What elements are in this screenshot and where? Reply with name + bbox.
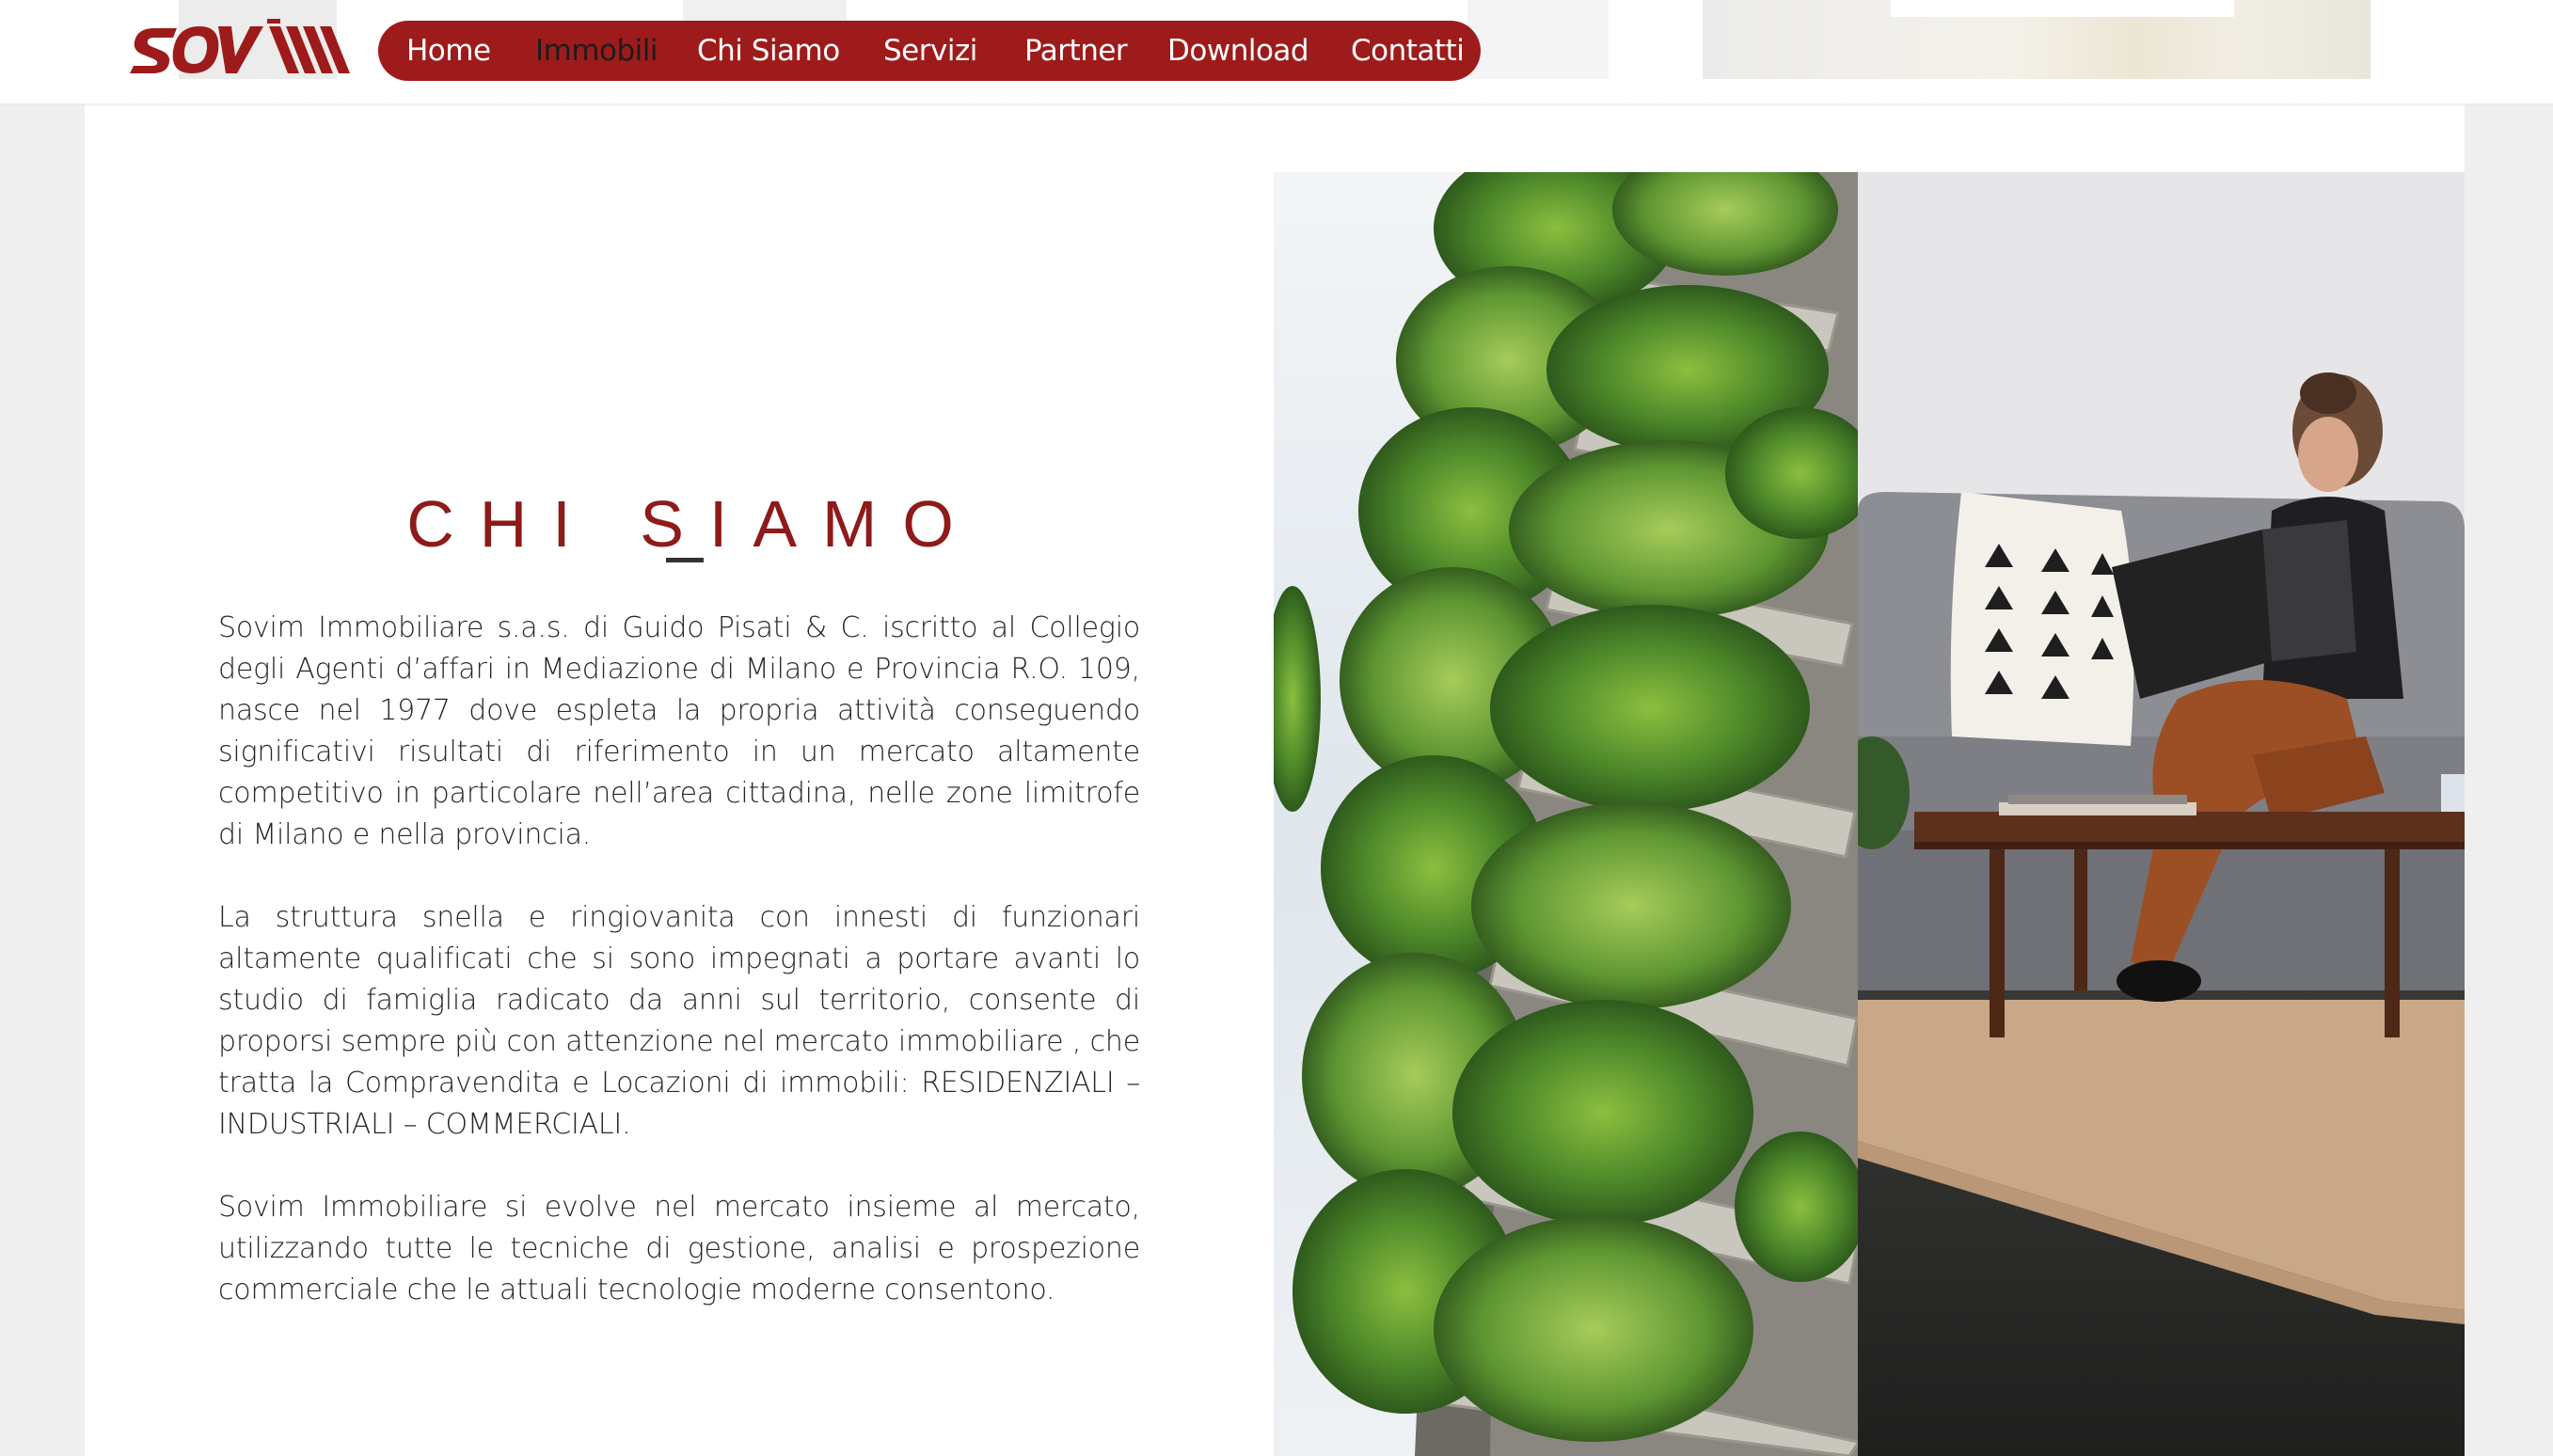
about-text: Sovim Immobiliare s.a.s. di Guido Pisati… — [218, 608, 1140, 1353]
nav-immobili[interactable]: Immobili — [535, 21, 658, 81]
about-paragraph-3: Sovim Immobiliare si evolve nel mercato … — [218, 1191, 1140, 1306]
nav-chi-siamo[interactable]: Chi Siamo — [697, 21, 840, 81]
section-title: CHI SIAMO — [406, 486, 979, 561]
header-background-strip — [1891, 0, 2234, 17]
main-nav: Home Immobili Chi Siamo Servizi Partner … — [378, 21, 1481, 81]
nav-contatti[interactable]: Contatti — [1351, 21, 1465, 81]
sovim-logo[interactable] — [126, 15, 352, 77]
site-header: Home Immobili Chi Siamo Servizi Partner … — [0, 0, 2553, 103]
title-divider — [666, 558, 704, 562]
vertical-forest-photo — [1274, 172, 1859, 1456]
nav-home[interactable]: Home — [406, 21, 491, 81]
about-paragraph-2: La struttura snella e ringiovanita con i… — [218, 901, 1140, 1141]
nav-download[interactable]: Download — [1167, 21, 1309, 81]
building-image — [1274, 172, 1859, 1456]
living-room-image — [1858, 172, 2465, 1456]
sovim-logo-mark — [130, 19, 350, 73]
about-paragraph-1: Sovim Immobiliare s.a.s. di Guido Pisati… — [218, 611, 1140, 851]
nav-servizi[interactable]: Servizi — [883, 21, 977, 81]
living-room-photo — [1858, 172, 2465, 1456]
nav-partner[interactable]: Partner — [1024, 21, 1128, 81]
header-background-image — [1467, 0, 1609, 79]
